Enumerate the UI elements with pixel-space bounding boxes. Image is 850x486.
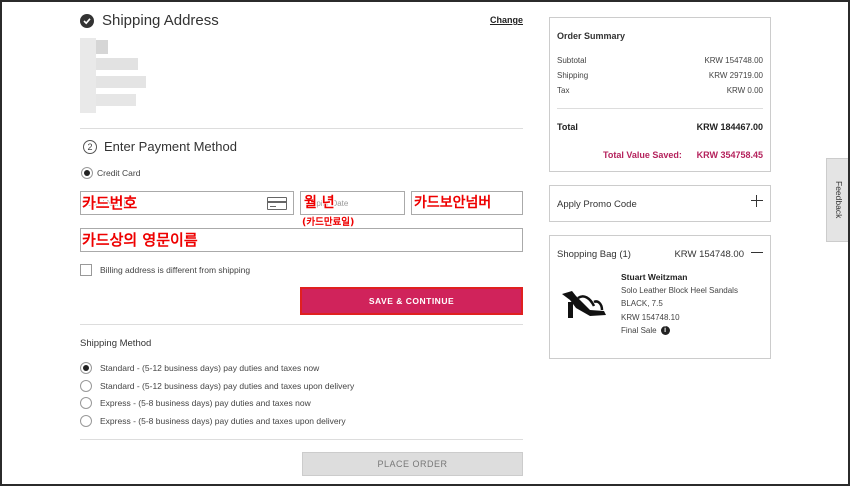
promo-code-box[interactable]: Apply Promo Code (549, 185, 771, 222)
item-price: KRW 154748.10 (621, 313, 680, 322)
shipping-value: KRW 29719.00 (708, 71, 763, 80)
shopping-bag-box: Shopping Bag (1) KRW 154748.00 Stuart We… (549, 235, 771, 359)
subtotal-value: KRW 154748.00 (704, 56, 763, 65)
shipping-option-label: Express - (5-8 business days) pay duties… (100, 416, 346, 426)
shipping-option-radio[interactable] (80, 380, 92, 392)
item-status-label: Final Sale (621, 326, 657, 335)
save-continue-button[interactable]: SAVE & CONTINUE (302, 289, 521, 313)
credit-card-radio[interactable] (81, 167, 93, 179)
redacted-address-line (96, 76, 146, 88)
shipping-label: Shipping (557, 71, 589, 80)
redacted-address (80, 38, 96, 113)
feedback-label: Feedback (834, 181, 844, 219)
divider (80, 439, 523, 440)
shipping-option-label: Standard - (5-12 business days) pay duti… (100, 363, 320, 373)
tax-label: Tax (557, 86, 570, 95)
expiry-annotation-sub: (카드만료일) (302, 217, 355, 228)
redacted-address-line (96, 94, 136, 106)
plus-icon[interactable] (751, 195, 763, 207)
total-label: Total (557, 122, 578, 132)
cvc-annotation: 카드보안넘버 (414, 195, 492, 211)
credit-card-label: Credit Card (97, 168, 141, 178)
change-address-link[interactable]: Change (490, 15, 523, 25)
divider (80, 128, 523, 129)
shipping-option-radio[interactable] (80, 397, 92, 409)
billing-different-checkbox[interactable] (80, 264, 92, 276)
step-number: 2 (83, 140, 97, 154)
redacted-address-line (96, 40, 108, 54)
saved-label: Total Value Saved: (603, 150, 682, 160)
billing-different-label: Billing address is different from shippi… (100, 265, 251, 275)
total-value: KRW 184467.00 (696, 122, 763, 132)
shipping-address-title: Shipping Address (102, 12, 219, 29)
shopping-bag-total: KRW 154748.00 (674, 249, 744, 260)
redacted-address-line (96, 58, 138, 70)
shipping-option-label: Express - (5-8 business days) pay duties… (100, 398, 311, 408)
sandal-image (556, 288, 610, 320)
info-icon[interactable]: i (660, 326, 670, 336)
expiry-annotation: 월 년 (304, 195, 335, 211)
place-order-button[interactable]: PLACE ORDER (302, 452, 523, 476)
minus-icon[interactable] (751, 252, 763, 253)
credit-card-icon (267, 197, 287, 210)
shopping-bag-title: Shopping Bag (1) (557, 249, 631, 260)
item-variant: BLACK, 7.5 (621, 299, 663, 308)
saved-value: KRW 354758.45 (696, 150, 763, 160)
promo-code-label: Apply Promo Code (557, 199, 637, 210)
payment-title: Enter Payment Method (104, 139, 237, 154)
order-summary-title: Order Summary (557, 31, 626, 41)
shipping-option-label: Standard - (5-12 business days) pay duti… (100, 381, 355, 391)
shipping-address-header: Shipping Address Change (80, 12, 523, 34)
tax-value: KRW 0.00 (726, 86, 763, 95)
item-brand: Stuart Weitzman (621, 272, 688, 282)
cardholder-name-annotation: 카드상의 영문이름 (82, 231, 198, 249)
subtotal-label: Subtotal (557, 56, 587, 65)
shipping-option-radio[interactable] (80, 362, 92, 374)
shipping-option-radio[interactable] (80, 415, 92, 427)
item-name: Solo Leather Block Heel Sandals (621, 286, 738, 295)
card-number-annotation: 카드번호 (82, 194, 138, 212)
feedback-tab[interactable]: Feedback (826, 158, 848, 242)
check-icon (80, 14, 94, 28)
divider (80, 324, 523, 325)
item-status: Final Sale i (621, 326, 670, 336)
shipping-method-title: Shipping Method (80, 338, 152, 349)
divider (557, 108, 763, 109)
order-summary-box: Order Summary Subtotal KRW 154748.00 Shi… (549, 17, 771, 172)
